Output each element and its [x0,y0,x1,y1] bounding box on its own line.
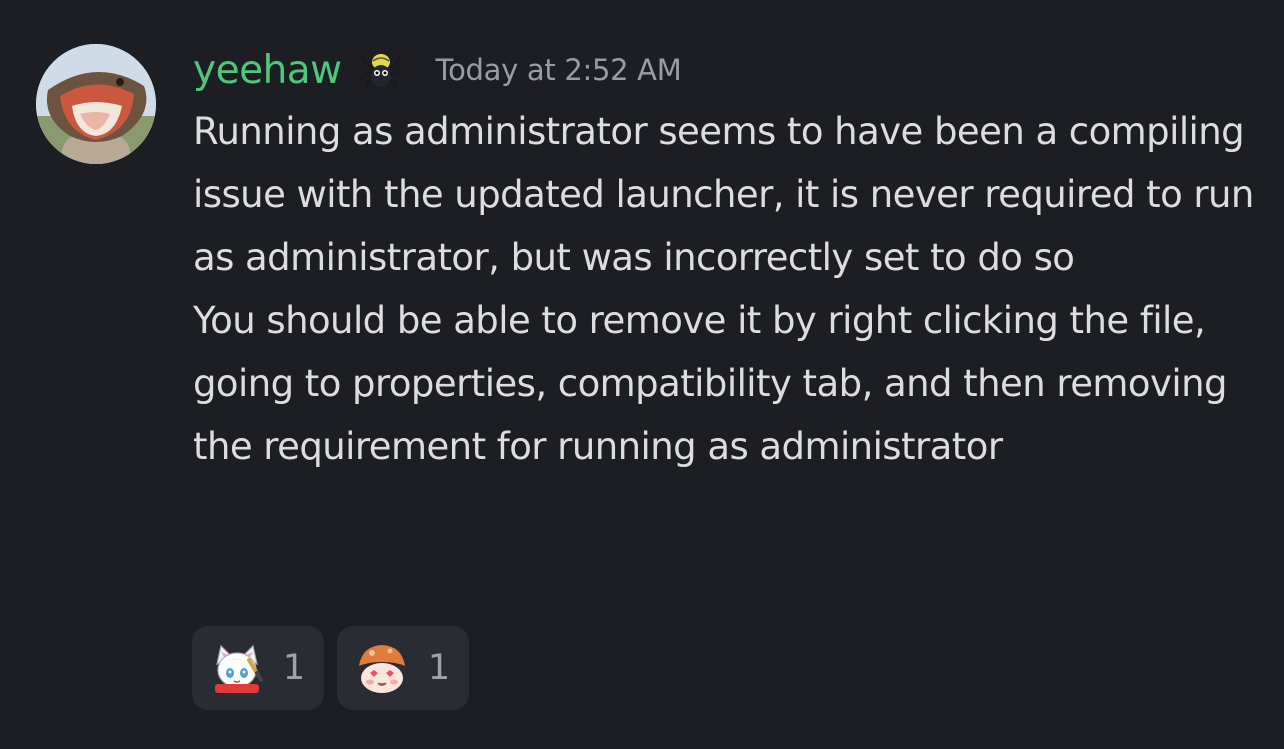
message-paragraph: Running as administrator seems to have b… [193,110,1254,279]
message-header: yeehaw Today at 2:52 AM [193,44,682,96]
reaction-count: 1 [282,648,306,688]
chat-message: yeehaw Today at 2:52 AM Running as admin… [0,0,1284,749]
message-paragraph: You should be able to remove it by right… [193,299,1227,468]
reaction-button[interactable]: 1 [192,626,324,710]
mushroom-blush-emoji-icon [356,642,408,694]
reaction-button[interactable]: 1 [337,626,469,710]
avatar[interactable] [36,44,156,164]
reaction-count: 1 [427,648,451,688]
reactions-bar: 1 1 [192,626,469,710]
timestamp[interactable]: Today at 2:52 AM [436,53,682,87]
white-cat-girl-emoji-icon [211,642,263,694]
ostrich-avatar-icon [36,44,156,164]
spider-icon[interactable] [359,49,402,91]
username[interactable]: yeehaw [193,48,342,93]
message-content: Running as administrator seems to have b… [193,100,1263,478]
